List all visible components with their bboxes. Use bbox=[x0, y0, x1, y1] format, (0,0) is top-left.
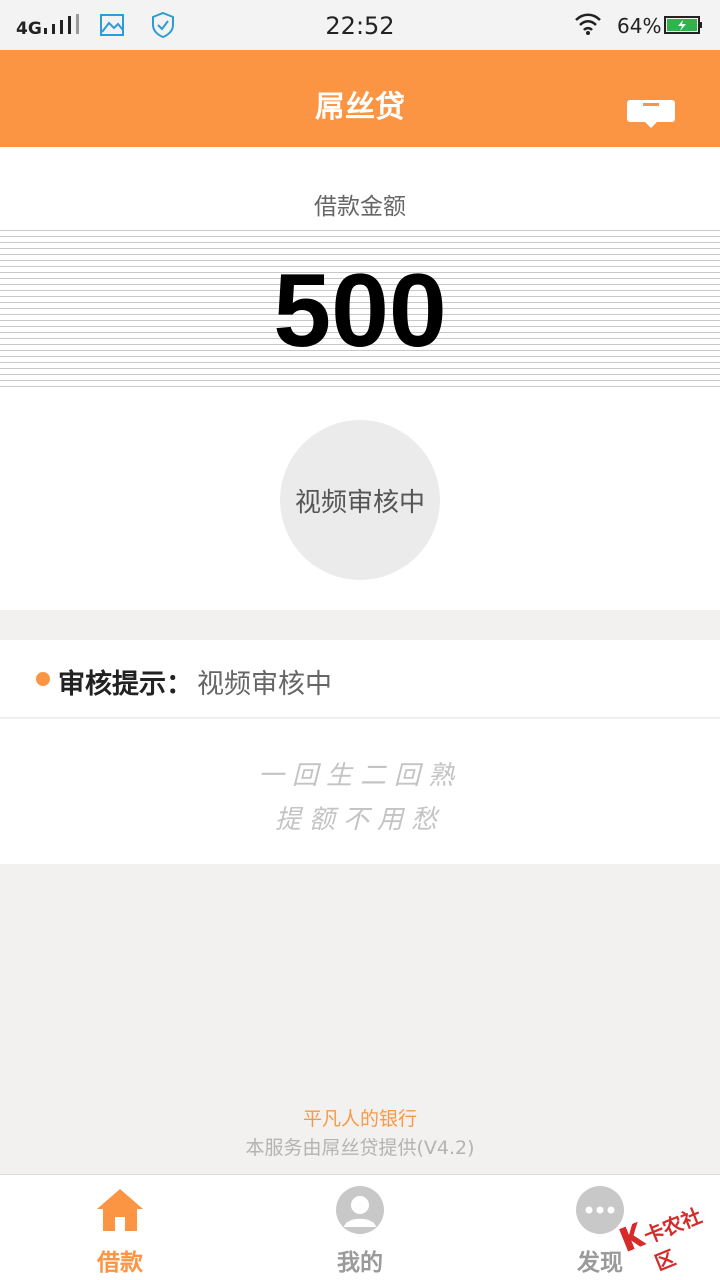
battery-percent: 64% bbox=[617, 14, 662, 38]
slogan-line-2: 提额不用愁 bbox=[274, 805, 445, 835]
wifi-icon bbox=[575, 13, 601, 35]
tab-borrow-label: 借款 bbox=[97, 1250, 143, 1276]
tab-mine-label: 我的 bbox=[337, 1250, 383, 1276]
clock: 22:52 bbox=[325, 12, 395, 40]
app-header: 屌丝贷 bbox=[0, 50, 720, 147]
footer-brand: 平凡人的银行 bbox=[302, 1108, 417, 1130]
footer-service-text: 本服务由屌丝贷提供(V4.2) bbox=[245, 1137, 475, 1159]
tab-borrow[interactable]: 借款 bbox=[0, 1175, 240, 1280]
slogan-box: 一回生二回熟 提额不用愁 bbox=[0, 719, 720, 864]
loan-amount-card: 借款金额 500 视频审核中 bbox=[0, 147, 720, 610]
loan-amount-value: 500 bbox=[273, 253, 447, 369]
review-status-button[interactable]: 视频审核中 bbox=[280, 420, 440, 580]
review-status-text: 视频审核中 bbox=[294, 487, 425, 518]
amount-label: 借款金额 bbox=[314, 194, 406, 220]
slogan-line-1: 一回生二回熟 bbox=[257, 761, 462, 791]
bottom-tab-bar: 借款 我的 发现 bbox=[0, 1174, 720, 1280]
status-bar: 4G 22:52 64% bbox=[0, 0, 720, 50]
home-icon bbox=[97, 1189, 143, 1231]
review-tip-row: 审核提示： 视频审核中 bbox=[0, 640, 720, 718]
review-tip-value: 视频审核中 bbox=[197, 669, 332, 700]
page-title: 屌丝贷 bbox=[315, 90, 405, 125]
user-icon bbox=[336, 1186, 384, 1234]
tab-mine[interactable]: 我的 bbox=[240, 1175, 480, 1280]
battery-icon bbox=[664, 16, 702, 34]
review-tip-label: 审核提示： bbox=[58, 669, 193, 700]
bullet-dot bbox=[36, 672, 50, 686]
message-icon[interactable] bbox=[627, 100, 675, 130]
